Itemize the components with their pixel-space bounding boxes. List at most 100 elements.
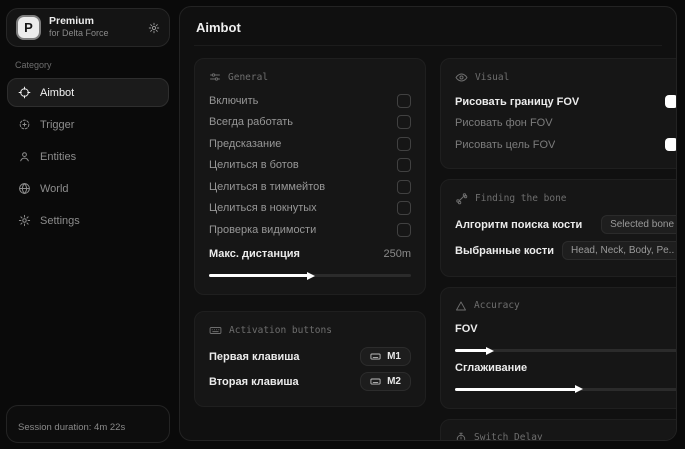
- general-card-title: General: [228, 72, 268, 83]
- switch-delay-card-header: Switch Delay: [455, 432, 677, 442]
- first-key-label: Первая клавиша: [209, 351, 300, 363]
- slider-fill: [455, 388, 578, 391]
- draw-fov-border-row: Рисовать границу FOV: [455, 91, 677, 113]
- bone-algorithm-row: Алгоритм поиска кости Selected bone: [455, 212, 677, 238]
- profile-card: P Premium for Delta Force: [6, 8, 170, 47]
- selected-bones-row: Выбранные кости Head, Neck, Body, Pe...: [455, 238, 677, 264]
- bone-icon: [455, 192, 468, 205]
- max-distance-value: 250m: [383, 248, 411, 260]
- first-key-row: Первая клавиша M1: [209, 344, 411, 369]
- sidebar-item-settings[interactable]: Settings: [7, 206, 169, 235]
- target-bots-checkbox[interactable]: [397, 158, 411, 172]
- fov-border-color-swatch[interactable]: [665, 95, 677, 108]
- toggle-row-target-knocked: Целиться в нокнутых: [209, 198, 411, 220]
- visibility-check-checkbox[interactable]: [397, 223, 411, 237]
- sidebar-item-world[interactable]: World: [7, 174, 169, 203]
- switch-delay-card-title: Switch Delay: [474, 432, 543, 441]
- max-distance-row: Макс. дистанция 250m: [209, 244, 411, 266]
- row-controls: [665, 95, 677, 109]
- slider-thumb[interactable]: [486, 347, 494, 355]
- second-key-row: Вторая клавиша M2: [209, 369, 411, 394]
- keyboard-icon: [370, 376, 381, 387]
- smoothing-slider[interactable]: [455, 388, 677, 391]
- draw-fov-background-label: Рисовать фон FOV: [455, 117, 553, 129]
- sidebar-item-entities[interactable]: Entities: [7, 142, 169, 171]
- row-controls: [665, 138, 677, 152]
- sidebar: P Premium for Delta Force Category Aimbo…: [0, 0, 176, 449]
- category-label: Category: [15, 60, 161, 70]
- brand-subtitle: for Delta Force: [49, 28, 109, 39]
- slider-thumb[interactable]: [575, 385, 583, 393]
- selected-bones-select[interactable]: Head, Neck, Body, Pe...: [562, 241, 677, 260]
- sliders-icon: [209, 71, 221, 83]
- target-knocked-checkbox[interactable]: [397, 201, 411, 215]
- toggle-row-prediction: Предсказание: [209, 133, 411, 155]
- max-distance-label: Макс. дистанция: [209, 248, 300, 260]
- toggle-label: Предсказание: [209, 138, 281, 150]
- timer-icon: [455, 432, 467, 442]
- switch-delay-card: Switch Delay Задержка переключения Задер…: [440, 419, 677, 442]
- session-duration: Session duration: 4m 22s: [6, 405, 170, 443]
- second-key-button[interactable]: M2: [360, 372, 411, 391]
- second-key-label: Вторая клавиша: [209, 376, 299, 388]
- page-title: Aimbot: [194, 19, 662, 46]
- gear-icon: [148, 22, 160, 34]
- crosshair-icon: [18, 86, 31, 99]
- toggle-label: Включить: [209, 95, 258, 107]
- sidebar-item-label: World: [40, 183, 69, 195]
- toggle-label: Проверка видимости: [209, 224, 316, 236]
- bone-card: Finding the bone Алгоритм поиска кости S…: [440, 179, 677, 277]
- visual-card: Visual Рисовать границу FOV: [440, 58, 677, 169]
- prediction-checkbox[interactable]: [397, 137, 411, 151]
- bone-algorithm-label: Алгоритм поиска кости: [455, 219, 582, 231]
- target-teammates-checkbox[interactable]: [397, 180, 411, 194]
- accuracy-card-title: Accuracy: [474, 300, 520, 311]
- toggle-row-enable: Включить: [209, 90, 411, 112]
- max-distance-slider[interactable]: [209, 274, 411, 277]
- sidebar-item-label: Trigger: [40, 119, 74, 131]
- slider-fill: [455, 349, 489, 352]
- trigger-icon: [18, 118, 31, 131]
- fov-row: FOV 50°: [455, 319, 677, 341]
- always-work-checkbox[interactable]: [397, 115, 411, 129]
- visual-card-header: Visual: [455, 71, 677, 84]
- right-column: Visual Рисовать границу FOV: [440, 58, 677, 441]
- keyboard-icon: [209, 324, 222, 337]
- bone-card-header: Finding the bone: [455, 192, 677, 205]
- first-key-button[interactable]: M1: [360, 347, 411, 366]
- general-card-header: General: [209, 71, 411, 83]
- toggle-row-target-teammates: Целиться в тиммейтов: [209, 176, 411, 198]
- entities-icon: [18, 150, 31, 163]
- smoothing-row: Сглаживание 50%: [455, 357, 677, 379]
- fov-target-color-swatch[interactable]: [665, 138, 677, 151]
- brand-title: Premium: [49, 15, 109, 28]
- draw-fov-target-label: Рисовать цель FOV: [455, 139, 555, 151]
- brand-text: Premium for Delta Force: [49, 15, 109, 39]
- bone-card-title: Finding the bone: [475, 193, 567, 204]
- bone-algorithm-value: Selected bone: [610, 219, 674, 230]
- content-columns: General Включить Всегда работать Предска…: [194, 58, 662, 441]
- app-window: P Premium for Delta Force Category Aimbo…: [0, 0, 685, 449]
- profile-settings-button[interactable]: [148, 22, 160, 34]
- activation-card-header: Activation buttons: [209, 324, 411, 337]
- draw-fov-target-row: Рисовать цель FOV: [455, 134, 677, 156]
- left-column: General Включить Всегда работать Предска…: [194, 58, 426, 407]
- accuracy-card-header: Accuracy: [455, 300, 677, 312]
- toggle-label: Целиться в нокнутых: [209, 202, 317, 214]
- sidebar-item-label: Aimbot: [40, 87, 74, 99]
- toggle-label: Целиться в тиммейтов: [209, 181, 325, 193]
- slider-thumb[interactable]: [307, 272, 315, 280]
- sidebar-item-aimbot[interactable]: Aimbot: [7, 78, 169, 107]
- bone-algorithm-select[interactable]: Selected bone: [601, 215, 677, 234]
- sidebar-item-label: Entities: [40, 151, 76, 163]
- first-key-value: M1: [387, 351, 401, 362]
- keyboard-icon: [370, 351, 381, 362]
- sidebar-item-trigger[interactable]: Trigger: [7, 110, 169, 139]
- enable-checkbox[interactable]: [397, 94, 411, 108]
- brand-logo: P: [16, 15, 41, 40]
- triangle-icon: [455, 300, 467, 312]
- toggle-row-target-bots: Целиться в ботов: [209, 155, 411, 177]
- fov-slider[interactable]: [455, 349, 677, 352]
- smoothing-label: Сглаживание: [455, 362, 527, 374]
- fov-label: FOV: [455, 323, 478, 335]
